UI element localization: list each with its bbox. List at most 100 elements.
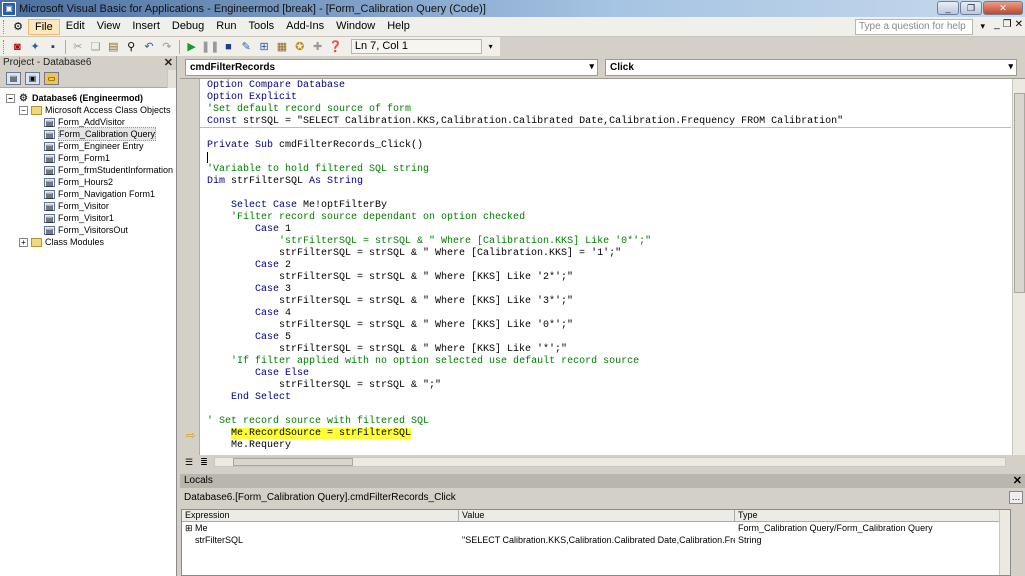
tree-item[interactable]: ▤ Form_Engineer Entry bbox=[0, 140, 176, 152]
code-line[interactable]: Case 5 bbox=[207, 332, 843, 344]
toolbar-grip[interactable] bbox=[3, 39, 6, 54]
restore-button[interactable]: ❐ bbox=[960, 1, 982, 15]
paste-icon[interactable]: ▤ bbox=[105, 39, 122, 55]
collapse-icon[interactable]: − bbox=[19, 105, 28, 115]
insert-module-icon[interactable]: ✦ bbox=[27, 39, 44, 55]
code-line[interactable]: ' Set record source with filtered SQL bbox=[207, 416, 843, 428]
code-text[interactable]: Option Compare Database Option Explicit 'S… bbox=[207, 80, 843, 452]
procedure-dropdown-arrow-icon[interactable]: ▾ bbox=[1008, 61, 1013, 72]
tree-item[interactable]: ▤ Form_Visitor bbox=[0, 200, 176, 212]
code-line[interactable]: strFilterSQL = strSQL & " Where [Calibra… bbox=[207, 248, 843, 260]
code-line[interactable]: Case 4 bbox=[207, 308, 843, 320]
code-line[interactable]: Option Compare Database bbox=[207, 80, 843, 92]
tree-item[interactable]: − Microsoft Access Class Objects bbox=[0, 104, 176, 116]
break-icon[interactable]: ❚❚ bbox=[201, 39, 219, 55]
tree-item[interactable]: + Class Modules bbox=[0, 236, 176, 248]
code-line[interactable]: strFilterSQL = strSQL & " Where [KKS] Li… bbox=[207, 296, 843, 308]
locals-row[interactable]: strFilterSQL "SELECT Calibration.KKS,Cali… bbox=[182, 534, 1010, 546]
code-line[interactable]: 'Set default record source of form bbox=[207, 104, 843, 116]
tree-item[interactable]: ▤ Form_Visitor1 bbox=[0, 212, 176, 224]
call-stack-button[interactable]: … bbox=[1009, 491, 1023, 504]
locals-close-icon[interactable]: ✕ bbox=[1013, 474, 1022, 487]
procedure-view-icon[interactable]: ☰ bbox=[183, 457, 195, 468]
execution-pointer-icon[interactable]: ⇨ bbox=[186, 429, 195, 442]
help-icon[interactable]: ❓ bbox=[327, 39, 344, 55]
code-line[interactable]: Case 3 bbox=[207, 284, 843, 296]
menu-insert[interactable]: Insert bbox=[126, 19, 166, 35]
close-button[interactable]: ✕ bbox=[983, 1, 1023, 15]
object-browser-icon[interactable]: ✪ bbox=[291, 39, 308, 55]
code-line[interactable]: 'Filter record source dependant on optio… bbox=[207, 212, 843, 224]
code-line[interactable]: Case 1 bbox=[207, 224, 843, 236]
reset-icon[interactable]: ■ bbox=[220, 39, 237, 55]
tree-item[interactable]: ▤ Form_Hours2 bbox=[0, 176, 176, 188]
code-line[interactable]: Select Case Me!optFilterBy bbox=[207, 200, 843, 212]
menu-window[interactable]: Window bbox=[330, 19, 381, 35]
margin-indicator-bar[interactable]: ⇨ bbox=[180, 79, 200, 455]
view-access-icon[interactable]: ◙ bbox=[9, 39, 26, 55]
code-line[interactable] bbox=[207, 188, 843, 200]
menu-help[interactable]: Help bbox=[381, 19, 416, 35]
locals-expression-cell[interactable]: ⊞ Me bbox=[182, 522, 459, 534]
code-line[interactable] bbox=[207, 128, 843, 140]
code-horizontal-scrollbar[interactable] bbox=[214, 457, 1006, 467]
code-line[interactable]: Case 2 bbox=[207, 260, 843, 272]
copy-icon[interactable]: ❏ bbox=[87, 39, 104, 55]
code-line[interactable]: Me.RecordSource = strFilterSQL bbox=[207, 428, 843, 440]
menu-tools[interactable]: Tools bbox=[242, 19, 280, 35]
save-icon[interactable]: ▪ bbox=[45, 39, 62, 55]
mdi-minimize-button[interactable]: _ bbox=[994, 19, 1000, 30]
menu-file[interactable]: File bbox=[28, 18, 60, 35]
code-line[interactable]: 'Variable to hold filtered SQL string bbox=[207, 164, 843, 176]
column-header-expression[interactable]: Expression bbox=[182, 510, 459, 521]
menubar-grip[interactable] bbox=[3, 19, 6, 34]
cut-icon[interactable]: ✂ bbox=[69, 39, 86, 55]
run-icon[interactable]: ▶ bbox=[183, 39, 200, 55]
locals-row[interactable]: ⊞ Me Form_Calibration Query/Form_Calibrat… bbox=[182, 522, 1010, 534]
code-line[interactable]: Me.Requery bbox=[207, 440, 843, 452]
properties-window-icon[interactable]: ▦ bbox=[274, 39, 291, 55]
code-line[interactable]: 'If filter applied with no option select… bbox=[207, 356, 843, 368]
tree-item[interactable]: ▤ Form_Calibration Query bbox=[0, 127, 176, 141]
column-header-type[interactable]: Type bbox=[735, 510, 1010, 521]
code-vertical-scrollbar[interactable] bbox=[1012, 79, 1025, 455]
column-header-value[interactable]: Value bbox=[459, 510, 735, 521]
code-line[interactable]: strFilterSQL = strSQL & " Where [KKS] Li… bbox=[207, 272, 843, 284]
locals-scrollbar[interactable] bbox=[999, 510, 1010, 575]
menu-run[interactable]: Run bbox=[210, 19, 242, 35]
code-line[interactable]: 'strFilterSQL = strSQL & " Where [Calibr… bbox=[207, 236, 843, 248]
view-code-icon[interactable]: ▤ bbox=[6, 72, 21, 85]
vba-menu-icon[interactable]: ⚙ bbox=[9, 19, 27, 35]
code-line[interactable]: Const strSQL = "SELECT Calibration.KKS,C… bbox=[207, 116, 843, 128]
code-line[interactable] bbox=[207, 404, 843, 416]
find-icon[interactable]: ⚲ bbox=[123, 39, 140, 55]
undo-icon[interactable]: ↶ bbox=[141, 39, 158, 55]
help-dropdown-icon[interactable]: ▾ bbox=[980, 21, 985, 32]
tree-item[interactable]: − ⚙ Database6 (Engineermod) bbox=[0, 92, 176, 104]
code-line[interactable] bbox=[207, 152, 843, 164]
code-line[interactable]: End Select bbox=[207, 392, 843, 404]
object-dropdown-arrow-icon[interactable]: ▾ bbox=[589, 61, 594, 72]
expand-icon[interactable]: + bbox=[19, 237, 28, 247]
procedure-dropdown[interactable]: Click ▾ bbox=[605, 59, 1017, 76]
project-scrollbar[interactable] bbox=[167, 70, 176, 88]
tree-item[interactable]: ▤ Form_Form1 bbox=[0, 152, 176, 164]
locals-value-cell[interactable]: "SELECT Calibration.KKS,Calibration.Cali… bbox=[459, 534, 735, 546]
toolbar-options-icon[interactable]: ▾ bbox=[482, 39, 499, 55]
menu-debug[interactable]: Debug bbox=[166, 19, 210, 35]
mdi-close-button[interactable]: ✕ bbox=[1015, 19, 1023, 30]
expand-icon[interactable]: ⊞ bbox=[185, 523, 195, 533]
collapse-icon[interactable]: − bbox=[6, 93, 15, 103]
object-dropdown[interactable]: cmdFilterRecords ▾ bbox=[185, 59, 598, 76]
tree-item[interactable]: ▤ Form_frmStudentInformation bbox=[0, 164, 176, 176]
mdi-restore-button[interactable]: ❐ bbox=[1003, 19, 1012, 30]
code-line[interactable]: Dim strFilterSQL As String bbox=[207, 176, 843, 188]
toggle-folders-icon[interactable]: ▭ bbox=[44, 72, 59, 85]
full-module-view-icon[interactable]: ≣ bbox=[198, 457, 210, 468]
help-search-input[interactable]: Type a question for help bbox=[855, 19, 973, 35]
view-object-icon[interactable]: ▣ bbox=[25, 72, 40, 85]
tree-item[interactable]: ▤ Form_Navigation Form1 bbox=[0, 188, 176, 200]
code-hscroll-thumb[interactable] bbox=[233, 458, 353, 466]
design-mode-icon[interactable]: ✎ bbox=[238, 39, 255, 55]
code-line[interactable]: Option Explicit bbox=[207, 92, 843, 104]
